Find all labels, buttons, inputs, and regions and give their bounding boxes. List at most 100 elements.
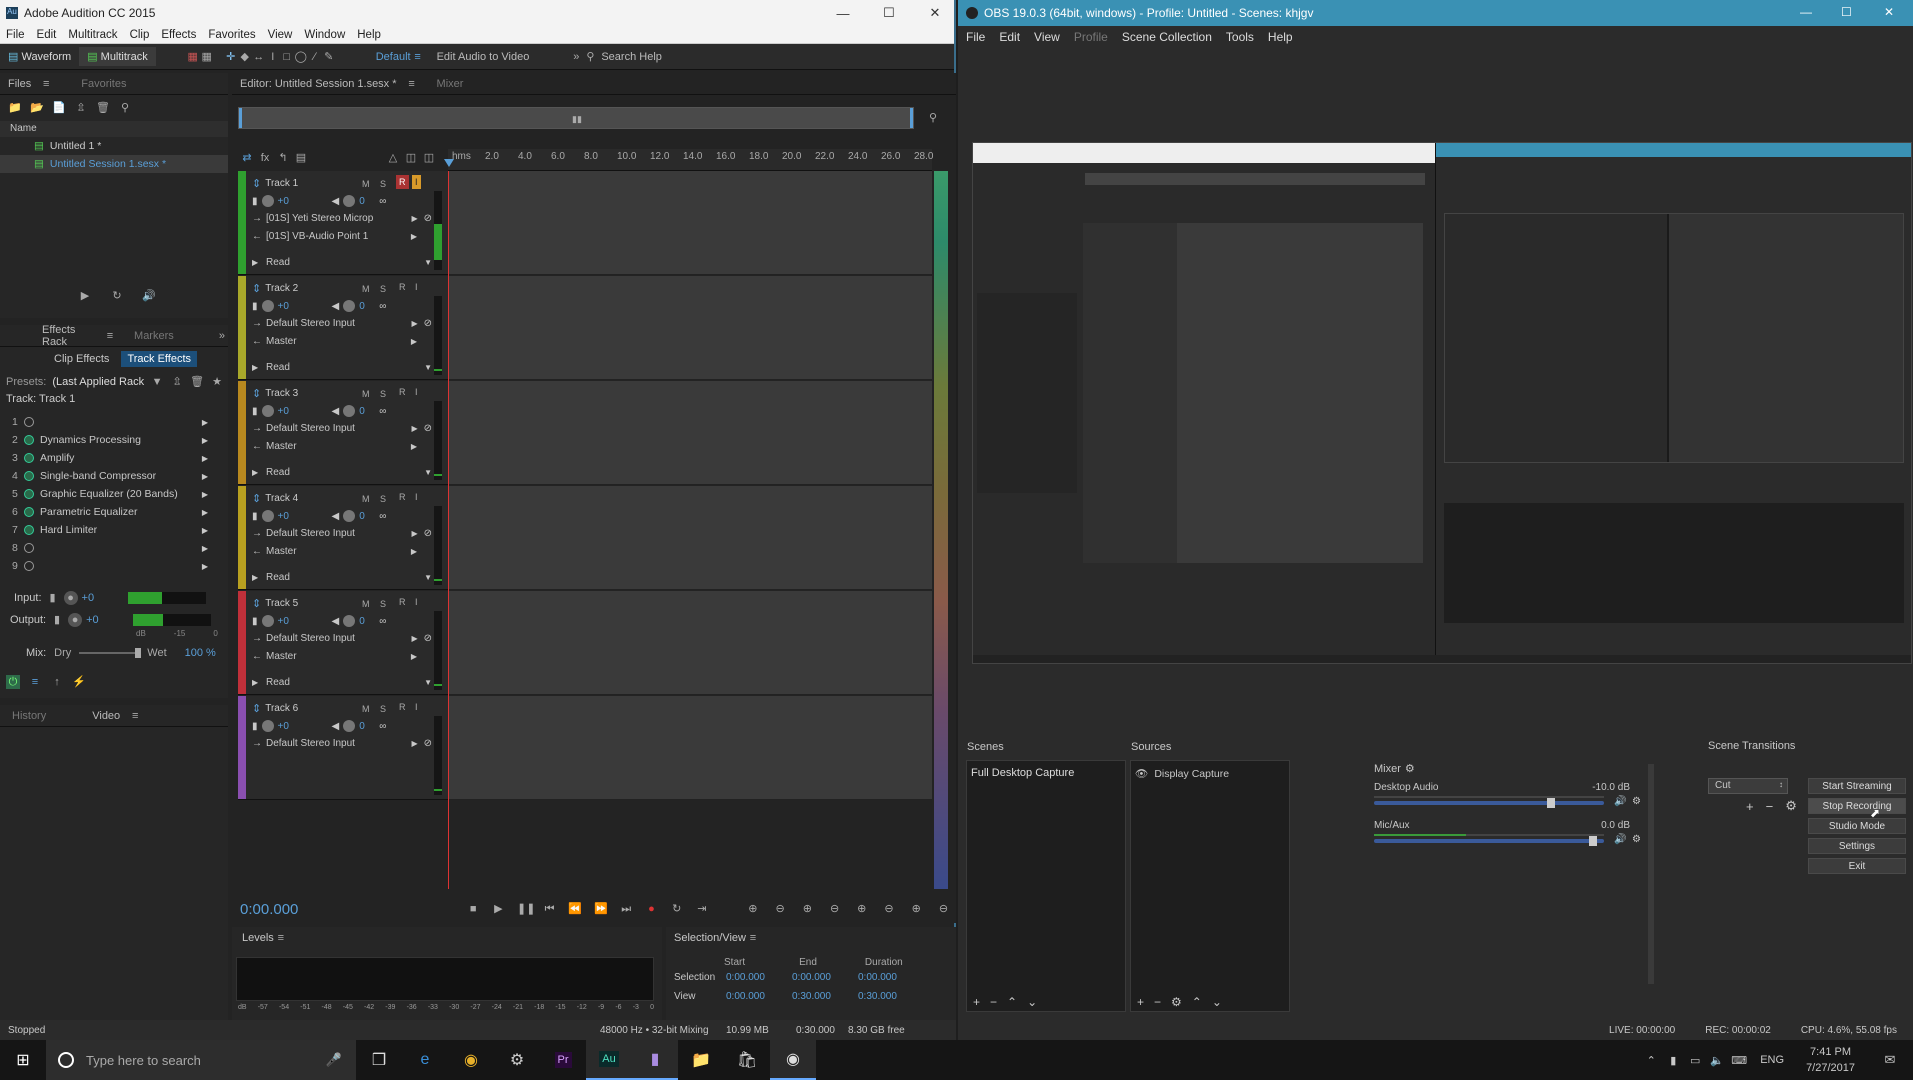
drag-handle-icon[interactable]: ⇕ (252, 492, 261, 505)
skip-icon[interactable]: ⇥ (695, 902, 708, 916)
volume-value[interactable]: +0 (278, 721, 328, 732)
fx-icon[interactable]: fx (258, 151, 272, 165)
track-input[interactable]: Default Stereo Input (266, 423, 411, 434)
track-lane[interactable] (448, 276, 932, 380)
track-input[interactable]: Default Stereo Input (266, 318, 411, 329)
selection-end[interactable]: 0:00.000 (792, 972, 858, 983)
sync-icon[interactable]: ⇄ (240, 151, 254, 165)
effect-arrow-icon[interactable]: ▶ (202, 562, 208, 571)
move-down-icon[interactable]: ⌄ (1027, 995, 1037, 1009)
effect-arrow-icon[interactable]: ▶ (202, 418, 208, 427)
favorite-star-icon[interactable]: ★ (210, 375, 224, 389)
volume-knob[interactable] (261, 300, 274, 312)
track-output[interactable]: Master (266, 546, 411, 557)
mute-button[interactable]: M (362, 494, 370, 504)
touch-keyboard-icon[interactable]: ⌨ (1728, 1040, 1750, 1080)
menu-window[interactable]: Window (304, 29, 345, 41)
brush-icon[interactable]: ∕ (308, 50, 322, 64)
preview-canvas[interactable] (972, 142, 1912, 664)
effect-slot[interactable]: 1 ▶ (0, 413, 228, 431)
menu-help[interactable]: Help (357, 29, 381, 41)
add-transition-icon[interactable]: + (1746, 799, 1754, 814)
taskbar-search-box[interactable]: Type here to search 🎤 (46, 1040, 356, 1080)
pan-value[interactable]: 0 (359, 721, 375, 732)
move-down-icon[interactable]: ⌄ (1212, 995, 1222, 1009)
menu-arrow-icon[interactable]: ▶ (411, 442, 417, 451)
save-preset-icon[interactable]: ⇫ (170, 375, 184, 389)
pan-knob[interactable] (343, 615, 356, 627)
record-icon[interactable]: ● (645, 902, 658, 916)
power-icon[interactable] (24, 489, 34, 499)
mute-button[interactable]: M (362, 179, 370, 189)
presets-select[interactable]: (Last Applied Rack (52, 376, 144, 388)
tab-clip-effects[interactable]: Clip Effects (48, 351, 115, 367)
move-up-icon[interactable]: ⌃ (1007, 995, 1017, 1009)
menu-arrow-icon[interactable]: ▶ (411, 214, 417, 223)
menu-tools[interactable]: Tools (1226, 30, 1254, 44)
phase-icon[interactable]: ∞ (379, 616, 386, 627)
track-lane[interactable] (448, 486, 932, 590)
spectral-icon[interactable]: ▦ (186, 50, 200, 64)
volume-knob[interactable] (261, 720, 274, 732)
dropdown-arrow-icon[interactable]: ▼ (424, 363, 432, 372)
scene-item[interactable]: Full Desktop Capture (967, 761, 1125, 785)
exit-button[interactable]: Exit (1808, 858, 1906, 874)
effect-slot[interactable]: 7 Hard Limiter ▶ (0, 521, 228, 539)
rewind-icon[interactable]: ⏪ (568, 902, 582, 916)
channel-gear-icon[interactable]: ⚙ (1632, 834, 1641, 845)
dropdown-arrow-icon[interactable]: ▼ (424, 258, 432, 267)
track-lane[interactable] (448, 696, 932, 800)
speaker-icon[interactable]: 🔊 (1614, 796, 1626, 807)
track-output[interactable]: Master (266, 651, 411, 662)
track-lane[interactable] (448, 591, 932, 695)
automation-mode[interactable]: Read (266, 467, 424, 478)
track-input[interactable]: [01S] Yeti Stereo Microp (266, 213, 411, 224)
track-name[interactable]: Track 6 (265, 703, 298, 714)
track-header[interactable]: ⇕ Track 4 M S R I ▮ +0 ◀ 0 ∞ → Default Stereo Input ▶… (238, 486, 448, 590)
arm-record-button[interactable]: R (396, 595, 409, 609)
automation-mode[interactable]: Read (266, 572, 424, 583)
overflow-icon[interactable]: » (569, 50, 583, 64)
track-header[interactable]: ⇕ Track 1 M S R I ▮ +0 ◀ 0 ∞ → [01S] Yeti Stereo Mic… (238, 171, 448, 275)
panel-menu-icon[interactable]: ≡ (274, 931, 288, 945)
maximize-button[interactable]: ☐ (1841, 5, 1852, 19)
menu-file[interactable]: File (966, 30, 985, 44)
automation-mode[interactable]: Read (266, 362, 424, 373)
mute-button[interactable]: M (362, 389, 370, 399)
pan-value[interactable]: 0 (359, 196, 375, 207)
drag-handle-icon[interactable]: ⇕ (252, 597, 261, 610)
steam-icon[interactable]: ⚙ (494, 1040, 540, 1080)
tab-track-effects[interactable]: Track Effects (121, 351, 198, 367)
volume-value[interactable]: +0 (278, 616, 328, 627)
panel-menu-icon[interactable]: ≡ (104, 329, 116, 343)
effect-arrow-icon[interactable]: ▶ (202, 508, 208, 517)
apply-icon[interactable]: ↑ (50, 675, 64, 689)
effect-slot[interactable]: 6 Parametric Equalizer ▶ (0, 503, 228, 521)
track-name[interactable]: Track 4 (265, 493, 298, 504)
spot-healing-icon[interactable]: ✎ (322, 50, 336, 64)
chrome-browser-icon[interactable]: ◉ (448, 1040, 494, 1080)
effect-slot[interactable]: 5 Graphic Equalizer (20 Bands) ▶ (0, 485, 228, 503)
track-input[interactable]: Default Stereo Input (266, 528, 411, 539)
pan-knob[interactable] (343, 405, 356, 417)
move-up-icon[interactable]: ⌃ (1192, 995, 1202, 1009)
pan-value[interactable]: 0 (359, 301, 375, 312)
volume-knob[interactable] (261, 405, 274, 417)
solo-button[interactable]: S (380, 599, 386, 609)
menu-view[interactable]: View (1034, 30, 1060, 44)
menu-arrow-icon[interactable]: ▶ (411, 652, 417, 661)
tray-overflow-icon[interactable]: ⌃ (1640, 1040, 1662, 1080)
volume-icon[interactable]: 🔈 (1706, 1040, 1728, 1080)
effect-arrow-icon[interactable]: ▶ (202, 526, 208, 535)
phase-icon[interactable]: ∞ (379, 196, 386, 207)
drag-handle-icon[interactable]: ⇕ (252, 282, 261, 295)
waveform-view-button[interactable]: ▤ Waveform (0, 47, 79, 66)
menu-arrow-icon[interactable]: ▶ (411, 529, 417, 538)
effect-slot[interactable]: 4 Single-band Compressor ▶ (0, 467, 228, 485)
transition-select[interactable]: Cut ↕ (1708, 778, 1788, 794)
zoom-out-amplitude-icon[interactable]: ⊖ (774, 902, 787, 916)
go-to-start-icon[interactable]: ⏮ (543, 902, 556, 916)
close-button[interactable]: ✕ (912, 0, 958, 26)
workspace-default[interactable]: Default (376, 51, 411, 63)
find-icon[interactable]: ⚲ (118, 101, 132, 115)
